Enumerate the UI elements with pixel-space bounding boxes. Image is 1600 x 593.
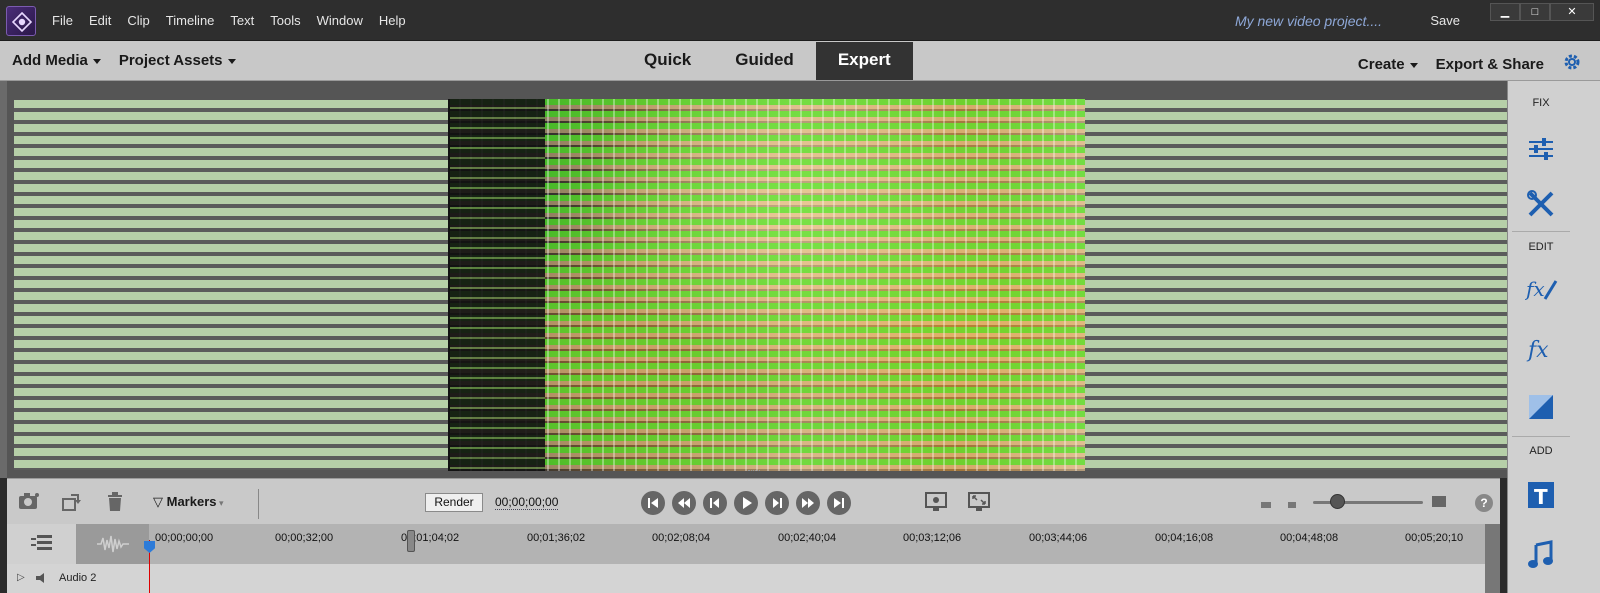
menu-timeline[interactable]: Timeline xyxy=(158,13,223,28)
fx-icon[interactable]: fx xyxy=(1525,333,1557,365)
markers-dropdown[interactable]: ▽ Markers ▾ xyxy=(153,494,224,510)
ruler-label: 00;05;20;10 xyxy=(1405,532,1464,544)
help-button[interactable]: ? xyxy=(1475,494,1493,512)
transport-controls xyxy=(641,491,851,515)
markers-label: Markers xyxy=(166,494,217,509)
ruler-label: 00;02;40;04 xyxy=(778,532,837,544)
svg-text:fx: fx xyxy=(1525,277,1545,301)
fix-section-label: FIX xyxy=(1532,97,1550,109)
track-name: Audio 2 xyxy=(59,572,97,584)
fullscreen-icon[interactable] xyxy=(968,492,990,517)
menu-clip[interactable]: Clip xyxy=(119,13,157,28)
minimize-button[interactable]: ▁ xyxy=(1490,3,1520,21)
track-options-icon[interactable] xyxy=(31,534,53,557)
menu-edit[interactable]: Edit xyxy=(81,13,119,28)
add-media-button[interactable]: Add Media xyxy=(12,52,101,69)
create-button[interactable]: Create xyxy=(1358,56,1418,73)
menu-text[interactable]: Text xyxy=(222,13,262,28)
ruler-label: 00;04;16;08 xyxy=(1155,532,1214,544)
zoom-slider-handle[interactable] xyxy=(1330,494,1345,509)
close-button[interactable]: ✕ xyxy=(1550,3,1594,21)
create-label: Create xyxy=(1357,56,1405,73)
fast-forward-icon[interactable] xyxy=(796,491,820,515)
title-bar: File Edit Clip Timeline Text Tools Windo… xyxy=(0,0,1600,41)
rotate-icon[interactable] xyxy=(61,492,83,517)
zoom-out-icon[interactable] xyxy=(1259,497,1275,515)
menu-file[interactable]: File xyxy=(44,13,81,28)
maximize-button[interactable]: □ xyxy=(1520,3,1550,21)
time-ruler[interactable]: 00;00;00;00 00;00;32;00 00;01;04;02 00;0… xyxy=(149,524,1490,564)
zoom-in-icon[interactable] xyxy=(1431,495,1447,514)
tools-icon[interactable] xyxy=(1525,188,1557,220)
app-logo-icon[interactable] xyxy=(6,6,36,36)
timecode-display[interactable]: 00;00;00;00 xyxy=(495,495,559,510)
svg-text:fx: fx xyxy=(1526,338,1549,363)
transitions-icon[interactable] xyxy=(1525,391,1557,423)
adjustments-icon[interactable] xyxy=(1525,133,1557,165)
project-assets-button[interactable]: Project Assets xyxy=(119,52,236,69)
go-to-end-icon[interactable] xyxy=(827,491,851,515)
music-icon[interactable] xyxy=(1525,539,1557,571)
menu-tools[interactable]: Tools xyxy=(262,13,308,28)
ruler-label: 00;00;00;00 xyxy=(155,532,214,544)
chevron-down-icon xyxy=(92,58,101,64)
preview-monitor[interactable] xyxy=(0,81,1536,478)
video-frame xyxy=(448,99,1085,471)
waveform-icon xyxy=(97,534,129,559)
tab-quick[interactable]: Quick xyxy=(622,42,713,80)
add-media-label: Add Media xyxy=(12,52,88,69)
title-icon[interactable]: T xyxy=(1525,479,1557,511)
ruler-label: 00;02;08;04 xyxy=(652,532,711,544)
add-section-label: ADD xyxy=(1529,445,1553,457)
render-settings-icon[interactable] xyxy=(925,492,947,517)
ruler-label: 00;04;48;08 xyxy=(1280,532,1339,544)
snapshot-camera-icon[interactable] xyxy=(18,492,40,515)
timeline-scrollbar[interactable] xyxy=(1485,524,1500,593)
go-to-start-icon[interactable] xyxy=(641,491,665,515)
panel-resize-grip[interactable] xyxy=(748,470,760,473)
play-icon[interactable] xyxy=(734,491,758,515)
right-tool-panel: FIX EDIT fx fx ADD T xyxy=(1507,81,1600,593)
save-button[interactable]: Save xyxy=(1430,13,1460,28)
menu-window[interactable]: Window xyxy=(309,13,371,28)
ruler-label: 00;03;44;06 xyxy=(1029,532,1088,544)
menu-bar: File Edit Clip Timeline Text Tools Windo… xyxy=(44,0,414,41)
timeline-controls-bar: ▽ Markers ▾ Render 00;00;00;00 ? xyxy=(7,478,1500,524)
marker-triangle-icon: ▽ xyxy=(153,494,167,509)
speaker-icon[interactable] xyxy=(35,571,49,589)
settings-gear-icon[interactable] xyxy=(1562,52,1582,77)
project-title[interactable]: My new video project.... xyxy=(1235,13,1382,29)
rewind-icon[interactable] xyxy=(672,491,696,515)
ruler-label: 00;01;36;02 xyxy=(527,532,586,544)
timeline-panel: 00;00;00;00 00;00;32;00 00;01;04;02 00;0… xyxy=(7,524,1500,593)
trash-icon[interactable] xyxy=(106,492,124,517)
audio-waveform-toggle[interactable] xyxy=(77,524,149,564)
fx-edit-icon[interactable]: fx xyxy=(1524,273,1558,305)
window-controls: ▁ □ ✕ xyxy=(1490,3,1594,21)
tab-guided[interactable]: Guided xyxy=(713,42,816,80)
edit-section-label: EDIT xyxy=(1528,241,1554,253)
ruler-label: 00;00;32;00 xyxy=(275,532,334,544)
zoom-out-small-icon[interactable] xyxy=(1287,497,1299,515)
chevron-down-icon xyxy=(227,58,236,64)
timeline-options[interactable] xyxy=(7,524,77,564)
export-share-button[interactable]: Export & Share xyxy=(1436,56,1544,73)
project-assets-label: Project Assets xyxy=(118,52,223,69)
step-back-icon[interactable] xyxy=(703,491,727,515)
mode-bar: Add Media Project Assets Quick Guided Ex… xyxy=(0,41,1600,81)
mode-tabs: Quick Guided Expert xyxy=(622,41,913,81)
menu-help[interactable]: Help xyxy=(371,13,414,28)
expand-triangle-icon[interactable]: ▷ xyxy=(17,572,25,583)
render-button[interactable]: Render xyxy=(425,493,483,512)
audio-track-row: ▷ Audio 2 xyxy=(7,564,1500,593)
chevron-down-icon xyxy=(1409,62,1418,68)
app-window: File Edit Clip Timeline Text Tools Windo… xyxy=(0,0,1600,593)
ruler-label: 00;03;12;06 xyxy=(903,532,962,544)
step-forward-icon[interactable] xyxy=(765,491,789,515)
svg-text:T: T xyxy=(1534,485,1548,509)
work-area-marker[interactable] xyxy=(407,530,415,552)
tab-expert[interactable]: Expert xyxy=(815,42,913,80)
